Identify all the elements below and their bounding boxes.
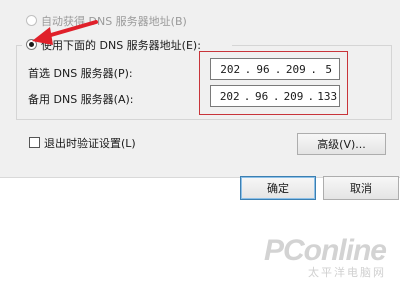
watermark-brand: PConline — [263, 234, 387, 267]
watermark: PConline 太平洋电脑网 — [263, 234, 387, 280]
